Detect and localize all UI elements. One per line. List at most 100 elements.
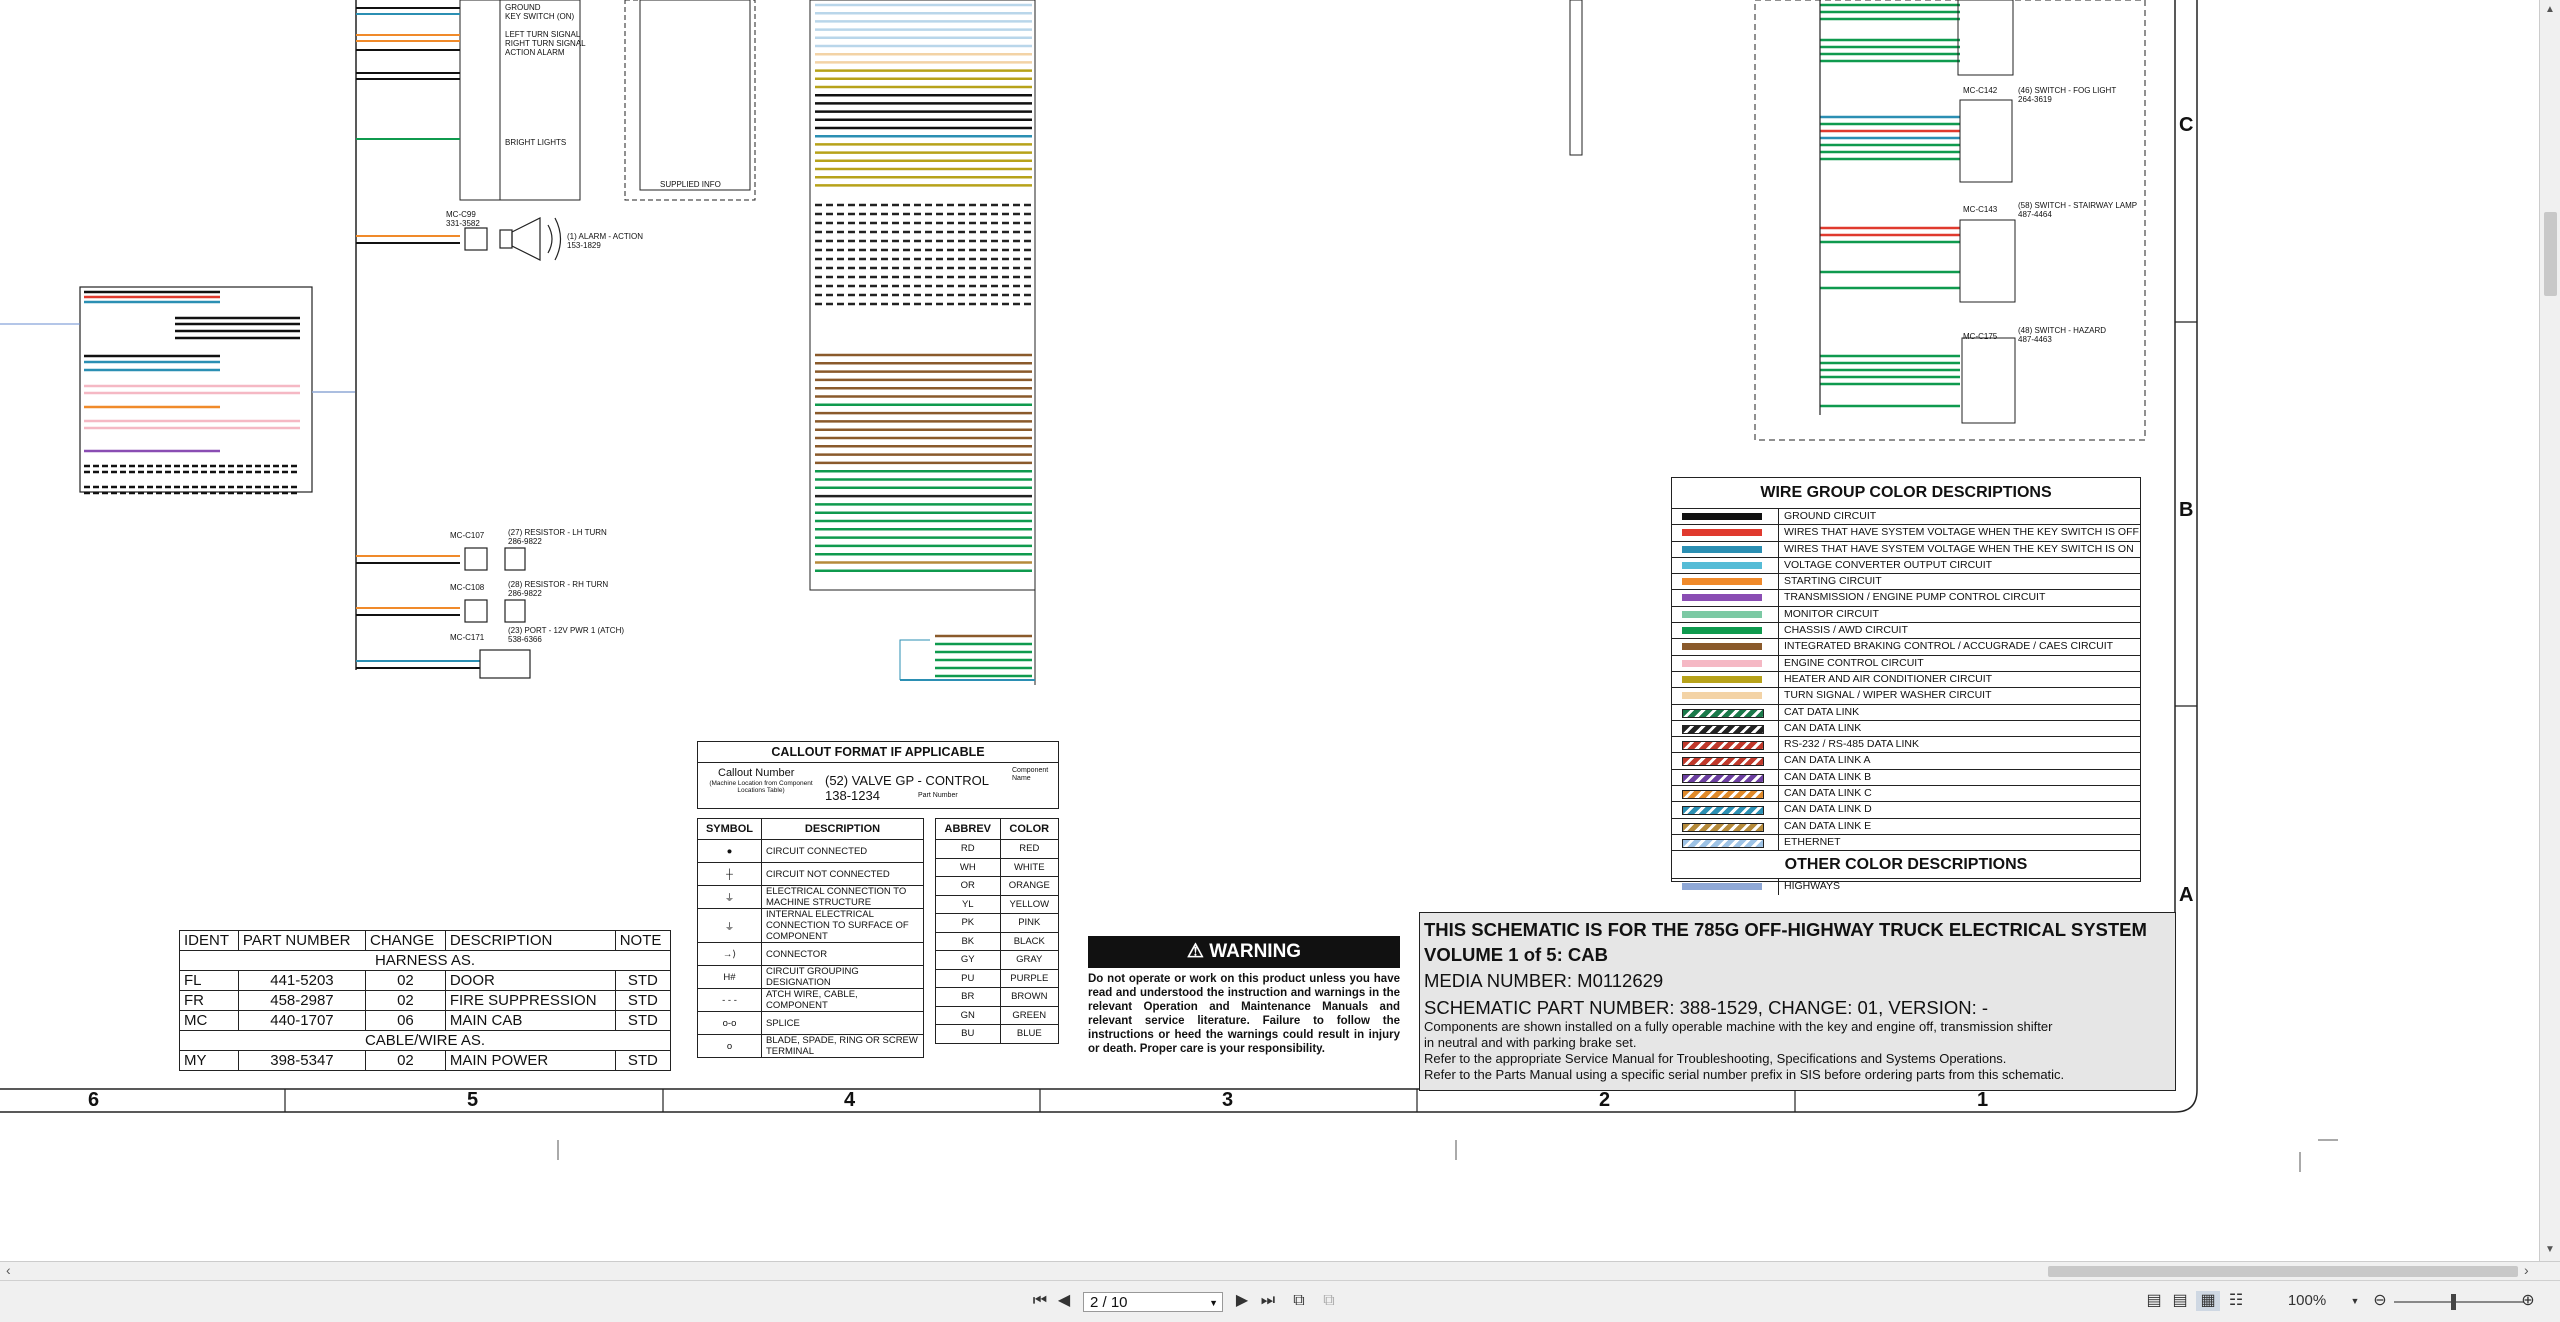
change-cell: 02 [365, 1050, 446, 1071]
wire-color-swatch [1682, 578, 1762, 586]
wire-color-row: WIRES THAT HAVE SYSTEM VOLTAGE WHEN THE … [1672, 524, 2140, 541]
fog-switch-label: (46) SWITCH - FOG LIGHT [2018, 86, 2117, 95]
first-page-icon[interactable]: ⏮ [1030, 1291, 1050, 1311]
wire-color-row: CAN DATA LINK D [1672, 801, 2140, 818]
previous-page-icon[interactable]: ◀ [1056, 1291, 1072, 1311]
scroll-right-icon[interactable]: › [2524, 1262, 2529, 1278]
zoom-out-icon[interactable]: ⊖ [2370, 1291, 2390, 1311]
wire-color-row: TURN SIGNAL / WIPER WASHER CIRCUIT [1672, 687, 2140, 704]
wire-color-label: WIRES THAT HAVE SYSTEM VOLTAGE WHEN THE … [1784, 526, 2139, 539]
wire-color-row: TRANSMISSION / ENGINE PUMP CONTROL CIRCU… [1672, 589, 2140, 606]
table-row: FL 441-5203 02 DOOR STD [179, 970, 672, 991]
zoom-slider-track[interactable] [2394, 1301, 2524, 1303]
col-change: CHANGE [365, 930, 446, 951]
previous-view-icon[interactable]: ⧉ [1288, 1291, 1310, 1311]
wire-color-swatch [1682, 561, 1762, 569]
wire-color-row: HEATER AND AIR CONDITIONER CIRCUIT [1672, 670, 2140, 688]
abbrev-code: WH [935, 857, 1001, 877]
col-note: NOTE [614, 930, 672, 951]
continuous-view-icon[interactable]: ▤ [2170, 1291, 2190, 1311]
symbol-row: →⟩ CONNECTOR [697, 942, 924, 966]
wire-color-row: HIGHWAYS [1672, 878, 2140, 895]
ident-cell: FL [179, 970, 239, 991]
abbrev-color: PINK [999, 913, 1060, 933]
zone-label-1: 1 [1977, 1089, 1989, 1111]
split-view-icon[interactable]: ☷ [2226, 1291, 2246, 1311]
zoom-dropdown-icon[interactable]: ▼ [2350, 1291, 2360, 1311]
wire-color-label: MONITOR CIRCUIT [1784, 607, 1879, 620]
callout-sub-label: (Machine Location from Component Locatio… [709, 780, 813, 794]
wire-color-row: ENGINE CONTROL CIRCUIT [1672, 654, 2140, 671]
abbrev-code: PK [935, 913, 1001, 933]
viewer-status-bar: ⏮ ◀ 2 / 10 ▼ ▶ ⏭ ⧉ ⧉ ▤ ▤ ▦ ☷ 100% ▼ ⊖ ⊕ [0, 1280, 2560, 1322]
page-dropdown-icon[interactable]: ▼ [1209, 1293, 1218, 1313]
title-line-1: THIS SCHEMATIC IS FOR THE 785G OFF-HIGHW… [1424, 919, 2147, 940]
wire-color-label: CAN DATA LINK D [1784, 803, 1872, 816]
section-harness: HARNESS AS. [179, 950, 671, 971]
horizontal-scrollbar[interactable]: ‹ › [0, 1261, 2560, 1281]
wire-color-label: CAN DATA LINK B [1784, 770, 1872, 783]
page-number-input[interactable]: 2 / 10 ▼ [1083, 1292, 1223, 1312]
table-row: MC 440-1707 06 MAIN CAB STD [179, 1010, 672, 1031]
callout-title: CALLOUT FORMAT IF APPLICABLE [698, 742, 1058, 763]
callout-example-name: (52) VALVE GP - CONTROL [825, 773, 989, 788]
wire-color-row: MONITOR CIRCUIT [1672, 605, 2140, 623]
next-page-icon[interactable]: ▶ [1234, 1291, 1250, 1311]
wire-color-swatch [1682, 757, 1764, 767]
hazard-switch-part-number: 487-4463 [2018, 335, 2052, 344]
wire-color-label: WIRES THAT HAVE SYSTEM VOLTAGE WHEN THE … [1784, 542, 2134, 555]
symbol-description: ATCH WIRE, CABLE, COMPONENT [761, 988, 924, 1012]
vertical-scrollbar[interactable]: ▲ ▼ [2539, 0, 2560, 1261]
part-cell: 440-1707 [237, 1010, 367, 1031]
note-cell: STD [614, 970, 672, 991]
abbrev-row: PU PURPLE [935, 968, 1060, 988]
symbol-glyph: - - - [697, 988, 762, 1012]
document-viewport[interactable]: (1) ALARM - ACTION 153-1829 MC-C99 331-3… [0, 0, 2560, 1261]
ground-label: GROUND [505, 3, 541, 12]
title-line-2: VOLUME 1 of 5: CAB [1424, 944, 1608, 965]
warning-title: WARNING [1209, 941, 1302, 962]
symbol-description: CIRCUIT NOT CONNECTED [761, 862, 924, 886]
zone-label-3: 3 [1222, 1089, 1234, 1111]
title-block: THIS SCHEMATIC IS FOR THE 785G OFF-HIGHW… [1419, 912, 2176, 1091]
schematic-part-number: SCHEMATIC PART NUMBER: 388-1529, CHANGE:… [1424, 997, 1989, 1018]
callout-example-part: 138-1234 [825, 788, 880, 803]
zone-label-6: 6 [88, 1089, 100, 1111]
symbol-description: CIRCUIT GROUPING DESIGNATION [761, 965, 924, 989]
abbrev-color: BROWN [999, 987, 1060, 1007]
ident-cell: MC [179, 1010, 239, 1031]
single-page-view-icon[interactable]: ▤ [2144, 1291, 2164, 1311]
zoom-level[interactable]: 100% [2282, 1291, 2332, 1311]
note-cell: STD [614, 990, 672, 1011]
abbrev-row: BR BROWN [935, 987, 1060, 1007]
horizontal-scroll-thumb[interactable] [2048, 1266, 2518, 1277]
wire-color-label: VOLTAGE CONVERTER OUTPUT CIRCUIT [1784, 558, 1993, 571]
two-page-view-icon[interactable]: ▦ [2196, 1291, 2220, 1311]
abbrev-row: RD RED [935, 839, 1060, 859]
wire-color-swatch [1682, 773, 1764, 783]
alarm-part-number: 153-1829 [567, 241, 601, 250]
abbrev-code: GY [935, 950, 1001, 970]
scroll-down-icon[interactable]: ▼ [2545, 1244, 2555, 1255]
abbrev-code: BR [935, 987, 1001, 1007]
wire-color-swatch [1682, 529, 1762, 537]
abbrev-row: BU BLUE [935, 1024, 1060, 1044]
wire-color-label: CAN DATA LINK [1784, 721, 1862, 734]
zoom-slider-handle[interactable] [2451, 1294, 2456, 1310]
ident-cell: FR [179, 990, 239, 1011]
zoom-in-icon[interactable]: ⊕ [2518, 1291, 2538, 1311]
component-name-label: Component Name [1012, 767, 1049, 782]
part-cell: 398-5347 [237, 1050, 367, 1071]
resistor-lh-part-number: 286-9822 [508, 537, 542, 546]
scroll-left-icon[interactable]: ‹ [6, 1262, 11, 1278]
change-cell: 06 [365, 1010, 446, 1031]
wire-color-label: INTEGRATED BRAKING CONTROL / ACCUGRADE /… [1784, 640, 2114, 653]
abbrev-code: BK [935, 931, 1001, 951]
last-page-icon[interactable]: ⏭ [1258, 1291, 1278, 1311]
abbrev-row: BK BLACK [935, 931, 1060, 951]
wire-color-swatch [1682, 790, 1764, 800]
next-view-icon[interactable]: ⧉ [1318, 1291, 1340, 1311]
desc-cell: MAIN CAB [444, 1010, 616, 1031]
vertical-scroll-thumb[interactable] [2544, 212, 2557, 296]
scroll-up-icon[interactable]: ▲ [2545, 4, 2555, 15]
